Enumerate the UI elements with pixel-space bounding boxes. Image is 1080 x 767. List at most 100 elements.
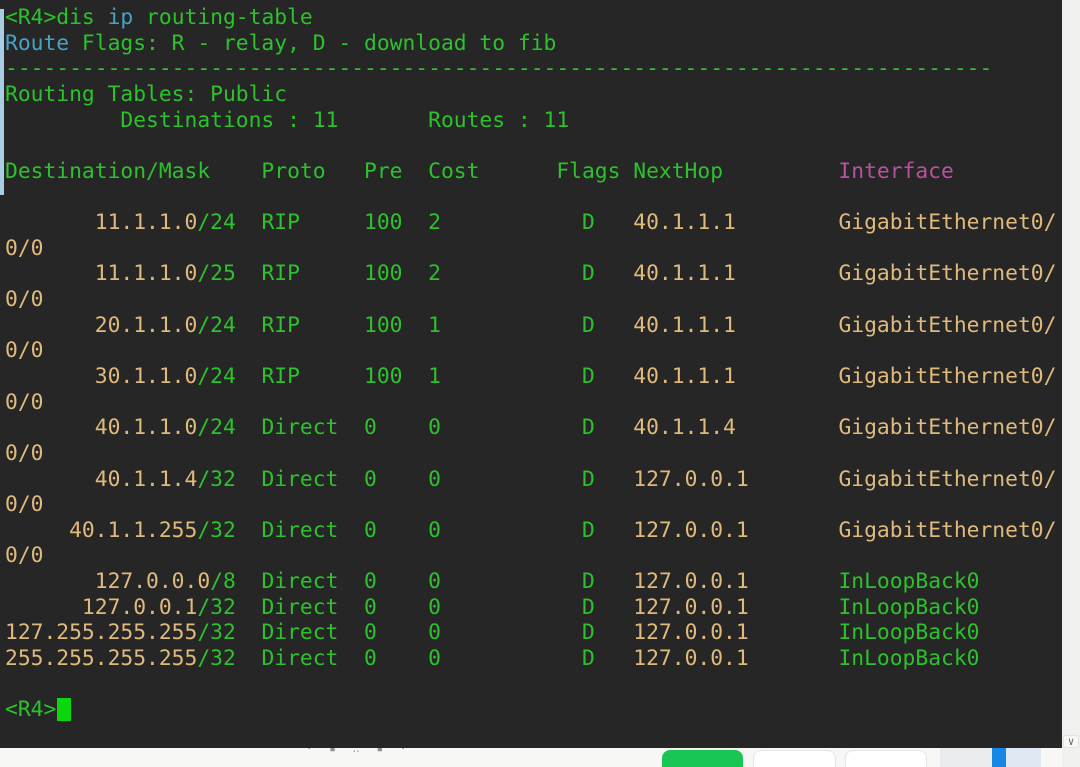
terminal-text-segment: RIP 100 2 D [236,210,633,235]
terminal-text-segment: 0/0 [5,390,43,415]
terminal-text-segment: Direct 0 0 D [236,518,633,543]
terminal-text-segment: 127.0.0.1 [633,569,838,594]
terminal-text-segment: 40.1.1.0 [5,415,197,440]
screen: <R4>dis ip routing-tableRoute Flags: R -… [0,0,1080,767]
terminal-text-segment: Direct 0 0 D [236,646,633,671]
terminal-line: <R4>dis ip routing-table [5,5,1062,31]
terminal-line: 0/0 [5,441,1062,467]
terminal-line: 0/0 [5,543,1062,569]
terminal-text-segment: Direct 0 0 D [236,467,633,492]
terminal-text-segment: Destination/Mask Proto Pre Cost Flags Ne… [5,159,838,184]
scrollbar-track [1062,0,1080,767]
terminal-text-segment: /32 [197,595,235,620]
terminal-text-segment: RIP 100 2 D [236,261,633,286]
terminal-text-segment: routing-table [133,5,313,30]
terminal-line: ----------------------------------------… [5,56,1062,82]
terminal-text-segment: 0/0 [5,543,43,568]
terminal-line [5,133,1062,159]
terminal-text-segment: Routing Tables: Public [5,82,287,107]
terminal-text-segment: ----------------------------------------… [5,56,992,81]
background-toolbar: · ▪ ‥ ▪ · [0,748,1062,767]
terminal-text-segment: InLoopBack0 [838,569,979,594]
terminal-text-segment: /32 [197,518,235,543]
terminal-text-segment: GigabitEthernet0/ [838,313,1056,338]
terminal-text-segment: 30.1.1.0 [5,364,197,389]
terminal-text-segment: Destinations : 11 Routes : 11 [5,108,569,133]
terminal-text-segment: 40.1.1.1 [633,313,838,338]
terminal-line: 127.255.255.255/32 Direct 0 0 D 127.0.0.… [5,620,1062,646]
terminal-text-segment: /24 [197,415,235,440]
terminal-line: 0/0 [5,338,1062,364]
terminal-line: 127.0.0.0/8 Direct 0 0 D 127.0.0.1 InLoo… [5,569,1062,595]
terminal-text-segment: InLoopBack0 [838,620,979,645]
terminal-text-segment: Direct 0 0 D [236,415,633,440]
terminal-line: 11.1.1.0/25 RIP 100 2 D 40.1.1.1 Gigabit… [5,261,1062,287]
terminal-line: 127.0.0.1/32 Direct 0 0 D 127.0.0.1 InLo… [5,595,1062,621]
terminal-text-segment: 127.0.0.1 [633,595,838,620]
terminal-text-segment: Flags: R - relay, D - download to fib [69,31,556,56]
terminal-text-segment: InLoopBack0 [838,595,979,620]
terminal-line: 11.1.1.0/24 RIP 100 2 D 40.1.1.1 Gigabit… [5,210,1062,236]
terminal-text-segment: Interface [838,159,953,184]
terminal-text-segment: Direct 0 0 D [236,569,633,594]
terminal-window[interactable]: <R4>dis ip routing-tableRoute Flags: R -… [0,0,1062,748]
terminal-line: 0/0 [5,390,1062,416]
terminal-text-segment: GigabitEthernet0/ [838,261,1056,286]
terminal-text-segment: /32 [197,646,235,671]
taskbar-panel [940,748,992,767]
terminal-text-segment: 0/0 [5,492,43,517]
terminal-line: 40.1.1.0/24 Direct 0 0 D 40.1.1.4 Gigabi… [5,415,1062,441]
terminal-line [5,672,1062,698]
accent-tile[interactable] [992,748,1006,767]
terminal-text-segment: 127.0.0.1 [633,467,838,492]
terminal-line [5,184,1062,210]
terminal-text-segment: GigabitEthernet0/ [838,210,1056,235]
terminal-text-segment: RIP 100 1 D [236,364,633,389]
terminal-text-segment: <R4>dis [5,5,108,30]
terminal-text-segment: 40.1.1.1 [633,261,838,286]
toolbar-button[interactable] [753,750,836,767]
terminal-line: Route Flags: R - relay, D - download to … [5,31,1062,57]
terminal-text-segment: GigabitEthernet0/ [838,364,1056,389]
chevron-down-icon[interactable]: ∨ [1063,735,1079,748]
terminal-text-segment: InLoopBack0 [838,646,979,671]
terminal-text-segment: 11.1.1.0 [5,261,197,286]
terminal-line: Destination/Mask Proto Pre Cost Flags Ne… [5,159,1062,185]
terminal-text-segment: 40.1.1.4 [5,467,197,492]
terminal-line: Routing Tables: Public [5,82,1062,108]
terminal-text-segment: /32 [197,467,235,492]
terminal-text-segment: GigabitEthernet0/ [838,518,1056,543]
terminal-text-segment: Route [5,31,69,56]
terminal-text-segment: 40.1.1.255 [5,518,197,543]
terminal-text-segment: <R4> [5,697,56,722]
terminal-text-segment: /24 [197,210,235,235]
terminal-text-segment: 127.255.255.255 [5,620,197,645]
selection-strip [0,9,4,195]
terminal-text-segment: 40.1.1.4 [633,415,838,440]
terminal-text-segment: 127.0.0.1 [633,620,838,645]
terminal-text-segment: Direct 0 0 D [236,620,633,645]
terminal-text-segment: Direct 0 0 D [236,595,633,620]
terminal-text-segment: 0/0 [5,287,43,312]
terminal-text-segment: 40.1.1.1 [633,364,838,389]
terminal-text-segment: 0/0 [5,338,43,363]
terminal-text-segment: /8 [210,569,236,594]
terminal-line: 255.255.255.255/32 Direct 0 0 D 127.0.0.… [5,646,1062,672]
taskbar-panel [1006,748,1041,767]
terminal-text-segment: /24 [197,313,235,338]
terminal-text-segment: 127.0.0.1 [633,518,838,543]
confirm-button[interactable] [662,750,743,767]
terminal-line: 0/0 [5,236,1062,262]
terminal-line: 0/0 [5,287,1062,313]
terminal-text-segment: 40.1.1.1 [633,210,838,235]
terminal-text-segment: /32 [197,620,235,645]
terminal-line: 40.1.1.4/32 Direct 0 0 D 127.0.0.1 Gigab… [5,467,1062,493]
terminal-text-segment: 0/0 [5,441,43,466]
terminal-text-segment: ip [108,5,134,30]
toolbar-button[interactable] [845,750,927,767]
terminal-cursor [57,698,71,721]
terminal-text-segment: 20.1.1.0 [5,313,197,338]
terminal-text-segment: 127.0.0.1 [633,646,838,671]
terminal-line: 30.1.1.0/24 RIP 100 1 D 40.1.1.1 Gigabit… [5,364,1062,390]
toolbar-fragment-icons: · ▪ ‥ ▪ · [306,748,411,755]
